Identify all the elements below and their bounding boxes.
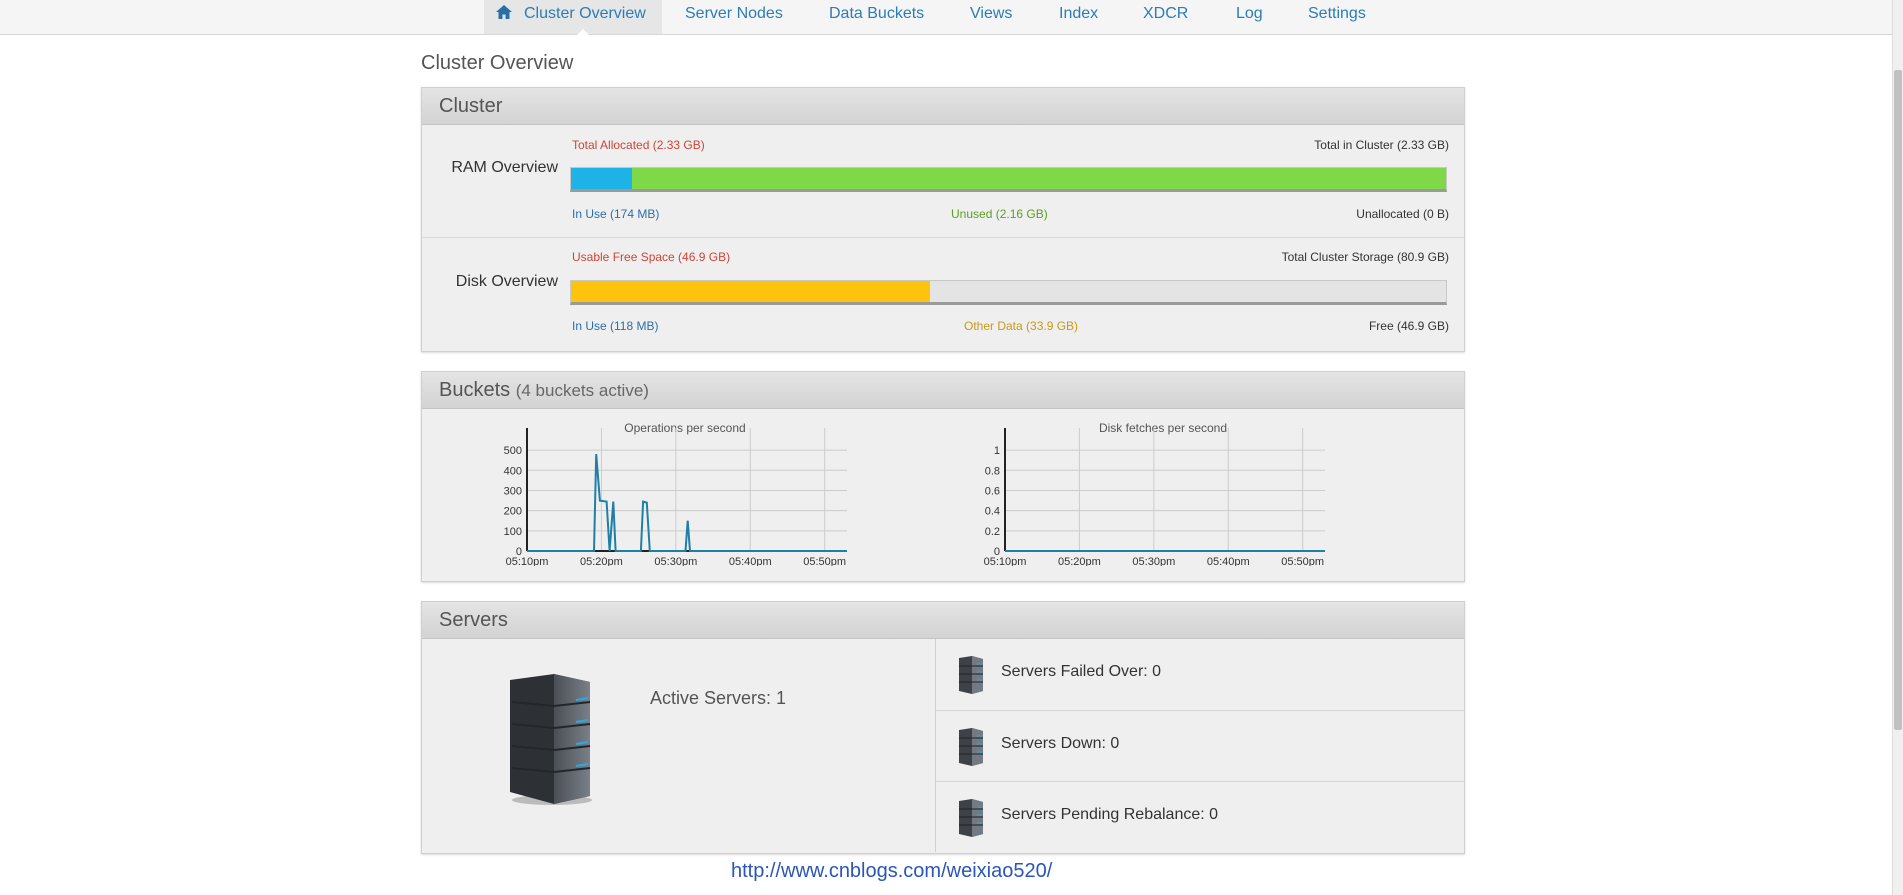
ram-total-allocated: Total Allocated (2.33 GB) bbox=[572, 138, 705, 152]
page-scrollbar[interactable] bbox=[1892, 0, 1903, 895]
tab-xdcr[interactable]: XDCR bbox=[1143, 0, 1188, 34]
y-tick-label: 0 bbox=[516, 546, 522, 558]
y-tick-label: 0 bbox=[994, 546, 1000, 558]
servers-failed-over-row: Servers Failed Over: 0 bbox=[936, 639, 1464, 709]
tab-cluster-overview[interactable]: Cluster Overview bbox=[484, 0, 662, 35]
disk-free-label: Free (46.9 GB) bbox=[1368, 319, 1449, 333]
server-small-icon bbox=[959, 728, 983, 766]
disk-usage-bar bbox=[570, 280, 1447, 305]
tab-label: Cluster Overview bbox=[524, 5, 646, 22]
servers-failed-over: Servers Failed Over: 0 bbox=[1001, 663, 1162, 680]
x-tick-label: 05:30pm bbox=[1132, 556, 1175, 566]
x-tick-label: 05:50pm bbox=[803, 556, 846, 566]
ram-total-in-cluster: Total in Cluster (2.33 GB) bbox=[1314, 138, 1449, 152]
tab-server-nodes[interactable]: Server Nodes bbox=[685, 0, 783, 34]
ram-unused-segment bbox=[632, 168, 1446, 189]
disk-used-segment bbox=[571, 281, 930, 302]
chart-title: Disk fetches per second bbox=[1099, 421, 1227, 435]
y-tick-label: 0.2 bbox=[985, 526, 1000, 538]
disk-overview-row: Disk Overview Usable Free Space (46.9 GB… bbox=[422, 237, 1464, 351]
y-tick-label: 1 bbox=[994, 445, 1000, 457]
footer-url[interactable]: http://www.cnblogs.com/weixiao520/ bbox=[731, 860, 1052, 883]
page-title: Cluster Overview bbox=[421, 52, 574, 74]
x-tick-label: 05:40pm bbox=[729, 556, 772, 566]
y-tick-label: 300 bbox=[504, 485, 522, 497]
server-tower-icon bbox=[510, 674, 592, 805]
disk-fetches-per-second-chart: Disk fetches per second 05:10pm 05:20pm 05:… bbox=[984, 421, 1325, 566]
x-tick-label: 05:50pm bbox=[1281, 556, 1324, 566]
x-tick-label: 05:20pm bbox=[1058, 556, 1101, 566]
ram-unused-label: Unused (2.16 GB) bbox=[951, 207, 1048, 221]
servers-down-row: Servers Down: 0 bbox=[936, 710, 1464, 781]
tab-views[interactable]: Views bbox=[970, 0, 1012, 34]
x-tick-label: 05:10pm bbox=[984, 556, 1027, 566]
buckets-active-count: (4 buckets active) bbox=[515, 381, 649, 400]
disk-in-use-label: In Use (118 MB) bbox=[572, 319, 659, 333]
ram-overview-row: RAM Overview Total Allocated (2.33 GB) T… bbox=[422, 125, 1464, 236]
servers-pending-rebalance: Servers Pending Rebalance: 0 bbox=[1001, 806, 1219, 823]
series-line bbox=[527, 454, 847, 552]
server-small-icon bbox=[959, 799, 983, 837]
operations-per-second-chart: Operations per second 05:10pm 05:20pm 05:30… bbox=[504, 421, 847, 566]
cluster-panel: Cluster RAM Overview Total Allocated (2.… bbox=[421, 87, 1465, 352]
servers-panel-title: Servers bbox=[422, 602, 1464, 639]
y-tick-label: 100 bbox=[504, 526, 522, 538]
top-navigation: Cluster Overview Server Nodes Data Bucke… bbox=[0, 0, 1893, 35]
x-tick-label: 05:40pm bbox=[1207, 556, 1250, 566]
home-icon bbox=[496, 5, 512, 19]
cluster-panel-title: Cluster bbox=[422, 88, 1464, 125]
active-servers-count: Active Servers: 1 bbox=[650, 688, 787, 708]
server-small-icon bbox=[959, 656, 983, 694]
disk-other-data-label: Other Data (33.9 GB) bbox=[964, 319, 1079, 333]
active-servers-section: Active Servers: 1 bbox=[422, 639, 936, 852]
y-tick-label: 0.4 bbox=[985, 506, 1000, 518]
x-tick-label: 05:20pm bbox=[580, 556, 623, 566]
y-tick-label: 0.8 bbox=[985, 465, 1000, 477]
disk-overview-label: Disk Overview bbox=[455, 273, 558, 290]
tab-index[interactable]: Index bbox=[1059, 0, 1098, 34]
tab-data-buckets[interactable]: Data Buckets bbox=[829, 0, 924, 34]
y-tick-label: 400 bbox=[504, 465, 522, 477]
x-tick-label: 05:10pm bbox=[506, 556, 549, 566]
servers-pending-rebalance-row: Servers Pending Rebalance: 0 bbox=[936, 781, 1464, 852]
y-tick-label: 500 bbox=[504, 445, 522, 457]
tab-log[interactable]: Log bbox=[1236, 0, 1263, 34]
y-tick-label: 200 bbox=[504, 506, 522, 518]
ram-usage-bar bbox=[570, 167, 1447, 192]
disk-usable-free: Usable Free Space (46.9 GB) bbox=[572, 250, 731, 264]
buckets-panel: Buckets (4 buckets active) Operations pe… bbox=[421, 371, 1465, 582]
ram-unallocated-label: Unallocated (0 B) bbox=[1356, 207, 1449, 221]
y-tick-label: 0.6 bbox=[985, 485, 1000, 497]
disk-total-storage: Total Cluster Storage (80.9 GB) bbox=[1281, 250, 1449, 264]
buckets-panel-title: Buckets (4 buckets active) bbox=[422, 372, 1464, 409]
chart-title: Operations per second bbox=[624, 421, 745, 435]
servers-panel: Servers Active Servers: 1 Servers Failed… bbox=[421, 601, 1465, 854]
ram-in-use-label: In Use (174 MB) bbox=[572, 207, 660, 221]
servers-down: Servers Down: 0 bbox=[1001, 735, 1120, 752]
ram-in-use-segment bbox=[571, 168, 633, 189]
buckets-title: Buckets bbox=[439, 379, 511, 401]
ram-overview-label: RAM Overview bbox=[451, 159, 558, 176]
tab-settings[interactable]: Settings bbox=[1308, 0, 1366, 34]
scrollbar-thumb[interactable] bbox=[1894, 70, 1902, 730]
x-tick-label: 05:30pm bbox=[654, 556, 697, 566]
